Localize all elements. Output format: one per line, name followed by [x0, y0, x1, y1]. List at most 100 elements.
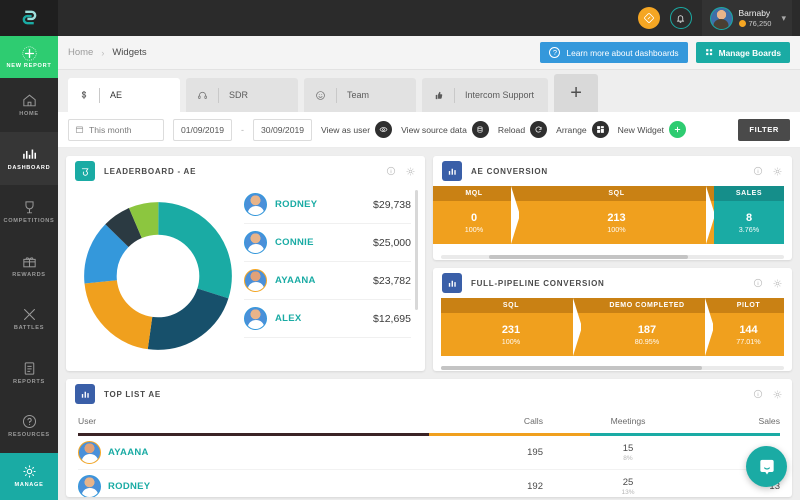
avatar [78, 441, 101, 464]
gear-icon[interactable] [405, 166, 416, 177]
sidebar-item-home[interactable]: HOME [0, 78, 58, 131]
gift-icon [21, 253, 38, 270]
gear-icon[interactable] [772, 389, 783, 400]
table-row[interactable]: RODNEY 192 25 13% 13 [78, 470, 780, 497]
funnel-step-demo-completed[interactable]: DEMO COMPLETED 187 80.95% [581, 298, 713, 356]
info-icon[interactable] [753, 389, 763, 399]
funnel-step-sql-body: 231 100% [441, 313, 581, 356]
date-from-input[interactable]: 01/09/2019 [173, 119, 232, 141]
leaderboard-scrollbar[interactable] [415, 190, 418, 310]
intercom-launcher[interactable] [746, 446, 787, 487]
funnel-step-mql-body: 0 100% [433, 201, 519, 244]
sidebar-new-report[interactable]: NEW REPORT [0, 36, 58, 79]
gear-icon[interactable] [772, 166, 783, 177]
learn-more-button[interactable]: ? Learn more about dashboards [540, 42, 687, 63]
info-icon[interactable] [753, 278, 763, 288]
list-item[interactable]: CONNIE $25,000 [244, 224, 411, 262]
funnel-step-sales[interactable]: SALES 8 3.76% [714, 186, 784, 244]
tab-ae[interactable]: AE [68, 78, 180, 112]
table-cell-meetings: 25 13% [543, 477, 713, 496]
user-points-value: 76,250 [749, 19, 772, 28]
notifications-button[interactable] [670, 7, 692, 29]
arrange-label: Arrange [556, 125, 587, 135]
filter-button[interactable]: FILTER [738, 119, 790, 141]
widget-leaderboard: LEADERBOARD - AE [66, 156, 425, 371]
sidebar-logo[interactable] [0, 0, 58, 36]
sidebar-item-competitions[interactable]: COMPETITIONS [0, 185, 58, 238]
manage-boards-button[interactable]: Manage Boards [696, 42, 790, 63]
app-root: NEW REPORT HOME DASHBOARD COMPETITIONS [0, 0, 800, 500]
date-to-input[interactable]: 30/09/2019 [253, 119, 312, 141]
top-list-title: TOP LIST AE [104, 390, 161, 399]
right-widget-column: AE CONVERSION [433, 156, 792, 371]
sidebar-item-reports-label: REPORTS [13, 380, 45, 386]
add-tab-button[interactable]: + [554, 74, 598, 112]
table-cell-meetings-value: 25 [543, 477, 713, 488]
new-widget-action[interactable]: New Widget [618, 121, 686, 138]
tab-intercom-support[interactable]: Intercom Support [422, 78, 548, 112]
column-header-meetings: Meetings [543, 416, 713, 426]
refresh-icon [530, 121, 547, 138]
tab-divider [218, 88, 219, 103]
funnel-step-mql-percent: 100% [465, 225, 483, 234]
list-item[interactable]: ALEX $12,695 [244, 300, 411, 338]
accent-segment-orange [429, 433, 590, 436]
period-select[interactable]: This month [68, 119, 164, 141]
leaderboard-body: RODNEY $29,738 CONNIE $25,000 AYAANA $23… [66, 186, 425, 371]
gear-icon[interactable] [772, 278, 783, 289]
sidebar-item-dashboard[interactable]: DASHBOARD [0, 132, 58, 185]
view-as-user-action[interactable]: View as user [321, 121, 392, 138]
manage-boards-label: Manage Boards [719, 48, 781, 58]
list-item[interactable]: RODNEY $29,738 [244, 186, 411, 224]
funnel-step-sql[interactable]: SQL 231 100% [441, 298, 581, 356]
tab-team[interactable]: Team [304, 78, 416, 112]
coin-button[interactable] [638, 7, 660, 29]
funnel-step-mql[interactable]: MQL 0 100% [433, 186, 519, 244]
sidebar-item-rewards[interactable]: REWARDS [0, 239, 58, 292]
user-menu[interactable]: Barnaby 76,250 ▾ [702, 0, 792, 36]
points-coin-icon [739, 20, 746, 27]
column-header-sales: Sales [713, 416, 780, 426]
reload-label: Reload [498, 125, 525, 135]
table-cell-meetings: 15 8% [543, 443, 713, 462]
avatar [244, 307, 267, 330]
tab-sdr-label: SDR [229, 90, 248, 100]
period-select-value: This month [89, 125, 132, 135]
table-row[interactable]: AYAANA 195 15 8% [78, 436, 780, 470]
reload-action[interactable]: Reload [498, 121, 547, 138]
funnel-step-sales-label: SALES [714, 186, 784, 201]
arrange-action[interactable]: Arrange [556, 121, 609, 138]
tab-sdr[interactable]: SDR [186, 78, 298, 112]
info-icon[interactable] [386, 166, 396, 176]
salesscreen-logo-icon [21, 9, 38, 26]
table-header-row: User Calls Meetings Sales [78, 409, 780, 433]
avatar [710, 7, 733, 30]
funnel-step-pilot[interactable]: PILOT 144 77.01% [713, 298, 784, 356]
sidebar-item-battles[interactable]: BATTLES [0, 292, 58, 345]
funnel-step-demo-completed-value: 187 [638, 324, 656, 336]
accent-segment-teal [590, 433, 780, 436]
funnel-step-sql[interactable]: SQL 213 100% [519, 186, 714, 244]
plus-icon [669, 121, 686, 138]
sidebar-item-manage[interactable]: MANAGE [0, 453, 58, 500]
leaderboard-donut-chart [72, 186, 244, 365]
view-source-data-label: View source data [401, 125, 467, 135]
funnel-step-demo-completed-percent: 80.95% [635, 337, 659, 346]
breadcrumb-home[interactable]: Home [68, 47, 93, 58]
chat-bubble-icon [757, 457, 777, 477]
sidebar-item-resources[interactable]: RESOURCES [0, 399, 58, 452]
leaderboard-icon [75, 161, 95, 181]
info-icon[interactable] [753, 166, 763, 176]
funnel-step-pilot-body: 144 77.01% [713, 313, 784, 356]
home-icon [21, 92, 38, 109]
view-source-data-action[interactable]: View source data [401, 121, 489, 138]
sidebar-item-reports[interactable]: REPORTS [0, 346, 58, 399]
funnel-horizontal-scrollbar[interactable] [441, 255, 784, 259]
bar-chart-icon [442, 273, 462, 293]
top-list-header: TOP LIST AE [66, 379, 792, 409]
list-item[interactable]: AYAANA $23,782 [244, 262, 411, 300]
donut-svg [82, 200, 234, 352]
funnel-horizontal-scrollbar[interactable] [441, 366, 784, 370]
user-points: 76,250 [739, 19, 772, 28]
full-pipeline-header: FULL-PIPELINE CONVERSION [433, 268, 792, 298]
